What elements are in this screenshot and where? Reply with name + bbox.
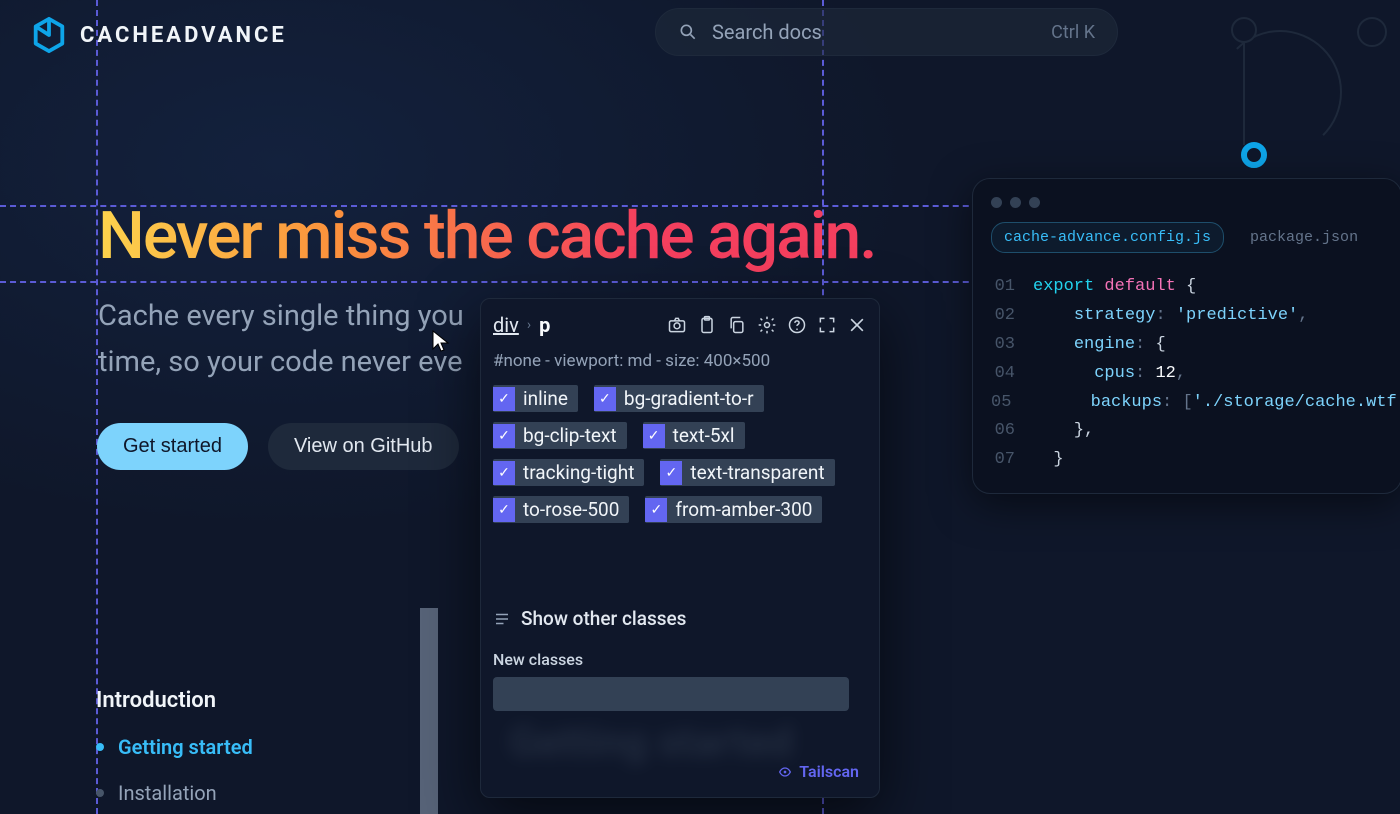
code-window: cache-advance.config.js package.json 01ex… — [972, 178, 1400, 494]
deco-dot — [1231, 17, 1257, 43]
deco-dot-accent — [1241, 142, 1267, 168]
nav-item[interactable]: Getting started — [96, 735, 253, 759]
search-input[interactable]: Search docs Ctrl K — [655, 8, 1118, 56]
class-chip[interactable]: ✓from-amber-300 — [645, 496, 822, 523]
class-chip[interactable]: ✓bg-clip-text — [493, 422, 627, 449]
view-github-button[interactable]: View on GitHub — [268, 423, 459, 470]
window-controls — [973, 193, 1400, 222]
code-tab[interactable]: package.json — [1238, 223, 1370, 252]
class-chip[interactable]: ✓text-transparent — [660, 459, 834, 486]
code-line: 01export default { — [991, 273, 1383, 302]
class-chip[interactable]: ✓inline — [493, 385, 578, 412]
deco-dot — [1357, 17, 1387, 47]
brand-lockup[interactable]: CACHEADVANCE — [30, 16, 287, 54]
new-classes-input[interactable] — [493, 677, 849, 711]
code-line: 07 } — [991, 446, 1383, 475]
scrollbar[interactable] — [420, 608, 438, 814]
code-line: 05 backups: ['./storage/cache.wtf'], — [991, 389, 1383, 418]
get-started-button[interactable]: Get started — [97, 423, 248, 470]
blurred-heading: Getting started — [509, 718, 793, 767]
hero-title: Never miss the cache again. — [98, 198, 876, 275]
nav-section-title: Introduction — [96, 688, 253, 713]
logo-icon — [30, 16, 68, 54]
code-line: 06 }, — [991, 417, 1383, 446]
close-icon[interactable] — [847, 315, 867, 335]
sidebar-nav: Introduction Getting started Installation — [96, 688, 253, 805]
inspector-meta: #none - viewport: md - size: 400×500 — [493, 351, 867, 371]
class-chip[interactable]: ✓bg-gradient-to-r — [594, 385, 764, 412]
copy-icon[interactable] — [727, 315, 747, 335]
new-classes-label: New classes — [493, 650, 867, 669]
brand-name: CACHEADVANCE — [80, 23, 287, 48]
gear-icon[interactable] — [757, 315, 777, 335]
deco-line — [1243, 40, 1245, 145]
search-placeholder: Search docs — [712, 20, 1037, 44]
search-icon — [678, 22, 698, 42]
tailscan-inspector[interactable]: div › p #none - viewport: md - size: 400… — [480, 298, 880, 798]
search-shortcut: Ctrl K — [1051, 22, 1095, 43]
nav-item[interactable]: Installation — [96, 781, 253, 805]
code-tabs: cache-advance.config.js package.json — [973, 222, 1400, 267]
expand-icon[interactable] — [817, 315, 837, 335]
code-tab[interactable]: cache-advance.config.js — [991, 222, 1224, 253]
class-chip[interactable]: ✓to-rose-500 — [493, 496, 629, 523]
tailscan-icon — [777, 764, 793, 780]
code-line: 03 engine: { — [991, 331, 1383, 360]
code-line: 02 strategy: 'predictive', — [991, 302, 1383, 331]
help-icon[interactable] — [787, 315, 807, 335]
class-chip[interactable]: ✓tracking-tight — [493, 459, 644, 486]
camera-icon[interactable] — [667, 315, 687, 335]
inspector-toolbar — [667, 315, 867, 335]
class-chip[interactable]: ✓text-5xl — [643, 422, 745, 449]
show-other-classes[interactable]: Show other classes — [493, 607, 867, 630]
code-body: 01export default {02 strategy: 'predicti… — [973, 267, 1400, 475]
clipboard-icon[interactable] — [697, 315, 717, 335]
class-chip-list: ✓inline ✓bg-gradient-to-r ✓bg-clip-text ✓te… — [493, 385, 867, 523]
code-line: 04 cpus: 12, — [991, 360, 1383, 389]
list-icon — [493, 610, 511, 628]
tailscan-badge[interactable]: Tailscan — [777, 762, 859, 781]
mouse-cursor — [432, 330, 450, 357]
breadcrumb[interactable]: div › p — [493, 313, 550, 337]
